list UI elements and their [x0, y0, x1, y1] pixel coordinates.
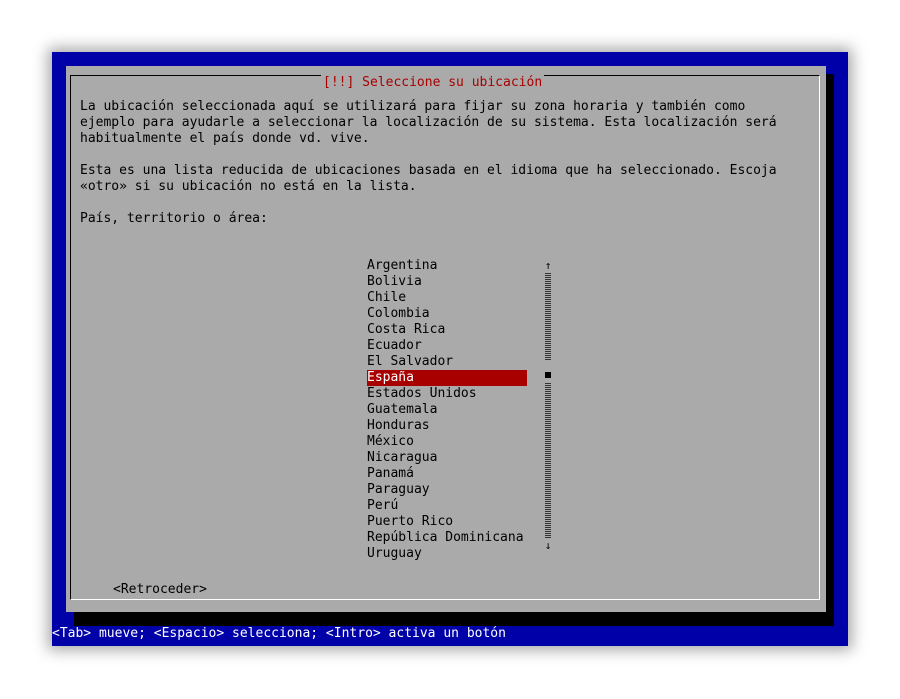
country-item[interactable]: Panamá: [367, 466, 527, 482]
description-line-2: ejemplo para ayudarle a seleccionar la l…: [80, 115, 777, 130]
country-item[interactable]: Honduras: [367, 418, 527, 434]
country-item[interactable]: Estados Unidos: [367, 386, 527, 402]
description-line-3: habitualmente el país donde vd. vive.: [80, 131, 370, 146]
status-bar: <Tab> mueve; <Espacio> selecciona; <Intr…: [52, 626, 836, 642]
country-item[interactable]: Paraguay: [367, 482, 527, 498]
country-item[interactable]: Ecuador: [367, 338, 527, 354]
country-item[interactable]: Nicaragua: [367, 450, 527, 466]
country-item[interactable]: Bolivia: [367, 274, 527, 290]
location-dialog: [!!] Seleccione su ubicación La ubicació…: [66, 66, 826, 612]
country-item[interactable]: Perú: [367, 498, 527, 514]
country-prompt: País, territorio o área:: [80, 211, 268, 226]
country-item[interactable]: Argentina: [367, 258, 527, 274]
scroll-down-arrow-icon[interactable]: ↓: [543, 538, 553, 554]
country-item[interactable]: Puerto Rico: [367, 514, 527, 530]
list-note-line-1: Esta es una lista reducida de ubicacione…: [80, 163, 777, 178]
country-item[interactable]: Costa Rica: [367, 322, 527, 338]
country-item[interactable]: Colombia: [367, 306, 527, 322]
country-item[interactable]: México: [367, 434, 527, 450]
installer-screen: [!!] Seleccione su ubicación La ubicació…: [52, 52, 848, 646]
country-item[interactable]: Guatemala: [367, 402, 527, 418]
list-scrollbar[interactable]: ↑ ↓: [543, 258, 553, 554]
back-button[interactable]: <Retroceder>: [113, 582, 207, 598]
description-line-1: La ubicación seleccionada aquí se utiliz…: [80, 99, 746, 114]
country-item[interactable]: España: [367, 370, 527, 386]
list-note-line-2: «otro» si su ubicación no está en la lis…: [80, 179, 417, 194]
scroll-track-upper[interactable]: [545, 272, 551, 360]
dialog-title: [!!] Seleccione su ubicación: [321, 75, 545, 91]
country-item[interactable]: Chile: [367, 290, 527, 306]
country-item[interactable]: Uruguay: [367, 546, 527, 562]
country-item[interactable]: República Dominicana: [367, 530, 527, 546]
scroll-track-lower[interactable]: [545, 382, 551, 538]
country-list[interactable]: Argentina Bolivia Chile Colombia Costa Rica E…: [367, 258, 527, 562]
country-item[interactable]: El Salvador: [367, 354, 527, 370]
scroll-thumb[interactable]: [545, 372, 551, 378]
